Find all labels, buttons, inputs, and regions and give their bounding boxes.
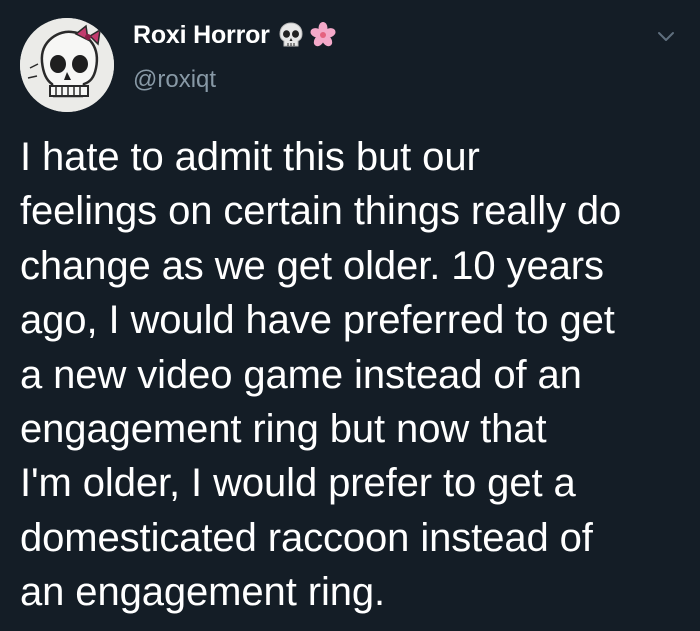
tweet-text-line: domesticated raccoon instead of (20, 515, 593, 560)
tweet-text-line: change as we get older. 10 years (20, 243, 604, 288)
tweet-text-line: an engagement ring. (20, 570, 386, 615)
tweet-text-line: a new video game instead of an (20, 352, 582, 397)
avatar-skull-image (20, 18, 114, 112)
tweet-text: I hate to admit this but our feelings on… (20, 130, 690, 620)
tweet-text-line: feelings on certain things really do (20, 189, 622, 234)
cherry-blossom-icon (309, 21, 337, 49)
tweet-card: Roxi Horror @roxiqt I hate to admit this… (0, 0, 700, 631)
chevron-down-icon[interactable] (654, 24, 678, 48)
user-handle[interactable]: @roxiqt (133, 66, 216, 94)
name-row: Roxi Horror (133, 20, 337, 50)
tweet-text-line: ago, I would have preferred to get (20, 298, 615, 343)
tweet-text-line: engagement ring but now that (20, 407, 547, 452)
skull-icon (277, 21, 305, 49)
avatar[interactable] (20, 18, 114, 112)
tweet-text-line: I'm older, I would prefer to get a (20, 461, 576, 506)
tweet-text-line: I hate to admit this but our (20, 135, 480, 179)
display-name[interactable]: Roxi Horror (133, 21, 270, 50)
